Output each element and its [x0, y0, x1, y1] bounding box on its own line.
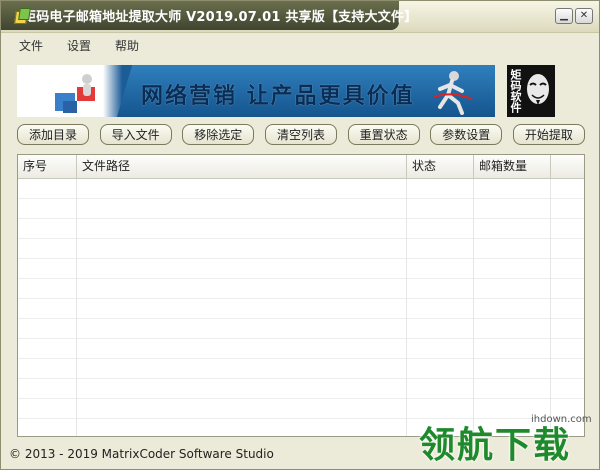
menu-bar: 文件 设置 帮助 [9, 35, 151, 56]
column-header-index[interactable]: 序号 [18, 155, 77, 178]
column-divider [406, 179, 407, 436]
window-controls: ▁ ✕ [555, 8, 593, 24]
table-header: 序号 文件路径 状态 邮箱数量 [18, 155, 584, 179]
file-list-table[interactable]: 序号 文件路径 状态 邮箱数量 [17, 154, 585, 437]
mask-icon [527, 74, 549, 105]
table-body[interactable] [18, 179, 584, 436]
ad-banner[interactable]: 网络营销 让产品更具价值 [17, 65, 495, 117]
remove-selected-button[interactable]: 移除选定 [182, 124, 255, 145]
column-divider [550, 179, 551, 436]
watermark-brand: 领航下载 [419, 425, 572, 466]
start-extract-button[interactable]: 开始提取 [512, 124, 585, 145]
logo-text: 矩码软件 [509, 69, 522, 113]
toolbar: 添加目录 导入文件 移除选定 清空列表 重置状态 参数设置 开始提取 [17, 124, 585, 145]
title-bar: 矩码电子邮箱地址提取大师 V2019.07.01 共享版【支持大文件】 ▁ ✕ [1, 1, 599, 33]
window-title: 矩码电子邮箱地址提取大师 V2019.07.01 共享版【支持大文件】 [23, 10, 418, 25]
column-header-email-count[interactable]: 邮箱数量 [474, 155, 551, 178]
menu-settings[interactable]: 设置 [55, 35, 103, 56]
app-window: 矩码电子邮箱地址提取大师 V2019.07.01 共享版【支持大文件】 ▁ ✕ … [0, 0, 600, 470]
column-header-path[interactable]: 文件路径 [77, 155, 407, 178]
close-icon: ✕ [579, 10, 589, 21]
brand-logo: 矩码软件 [507, 65, 555, 117]
runner-figure-icon [433, 71, 473, 115]
clear-list-button[interactable]: 清空列表 [264, 124, 337, 145]
menu-help[interactable]: 帮助 [103, 35, 151, 56]
column-header-status[interactable]: 状态 [407, 155, 474, 178]
reset-status-button[interactable]: 重置状态 [347, 124, 420, 145]
banner-text: 网络营销 让产品更具价值 [141, 84, 415, 109]
menu-file[interactable]: 文件 [9, 35, 55, 56]
add-folder-button[interactable]: 添加目录 [17, 124, 89, 145]
title-tab: 矩码电子邮箱地址提取大师 V2019.07.01 共享版【支持大文件】 [1, 1, 417, 30]
close-button[interactable]: ✕ [575, 8, 593, 24]
column-divider [76, 179, 77, 436]
status-bar: © 2013 - 2019 MatrixCoder Software Studi… [9, 447, 274, 461]
minimize-button[interactable]: ▁ [555, 8, 573, 24]
parameter-settings-button[interactable]: 参数设置 [430, 124, 503, 145]
puzzle-figure-icon [55, 74, 95, 113]
minimize-icon: ▁ [560, 10, 568, 21]
column-divider [473, 179, 474, 436]
import-file-button[interactable]: 导入文件 [99, 124, 172, 145]
